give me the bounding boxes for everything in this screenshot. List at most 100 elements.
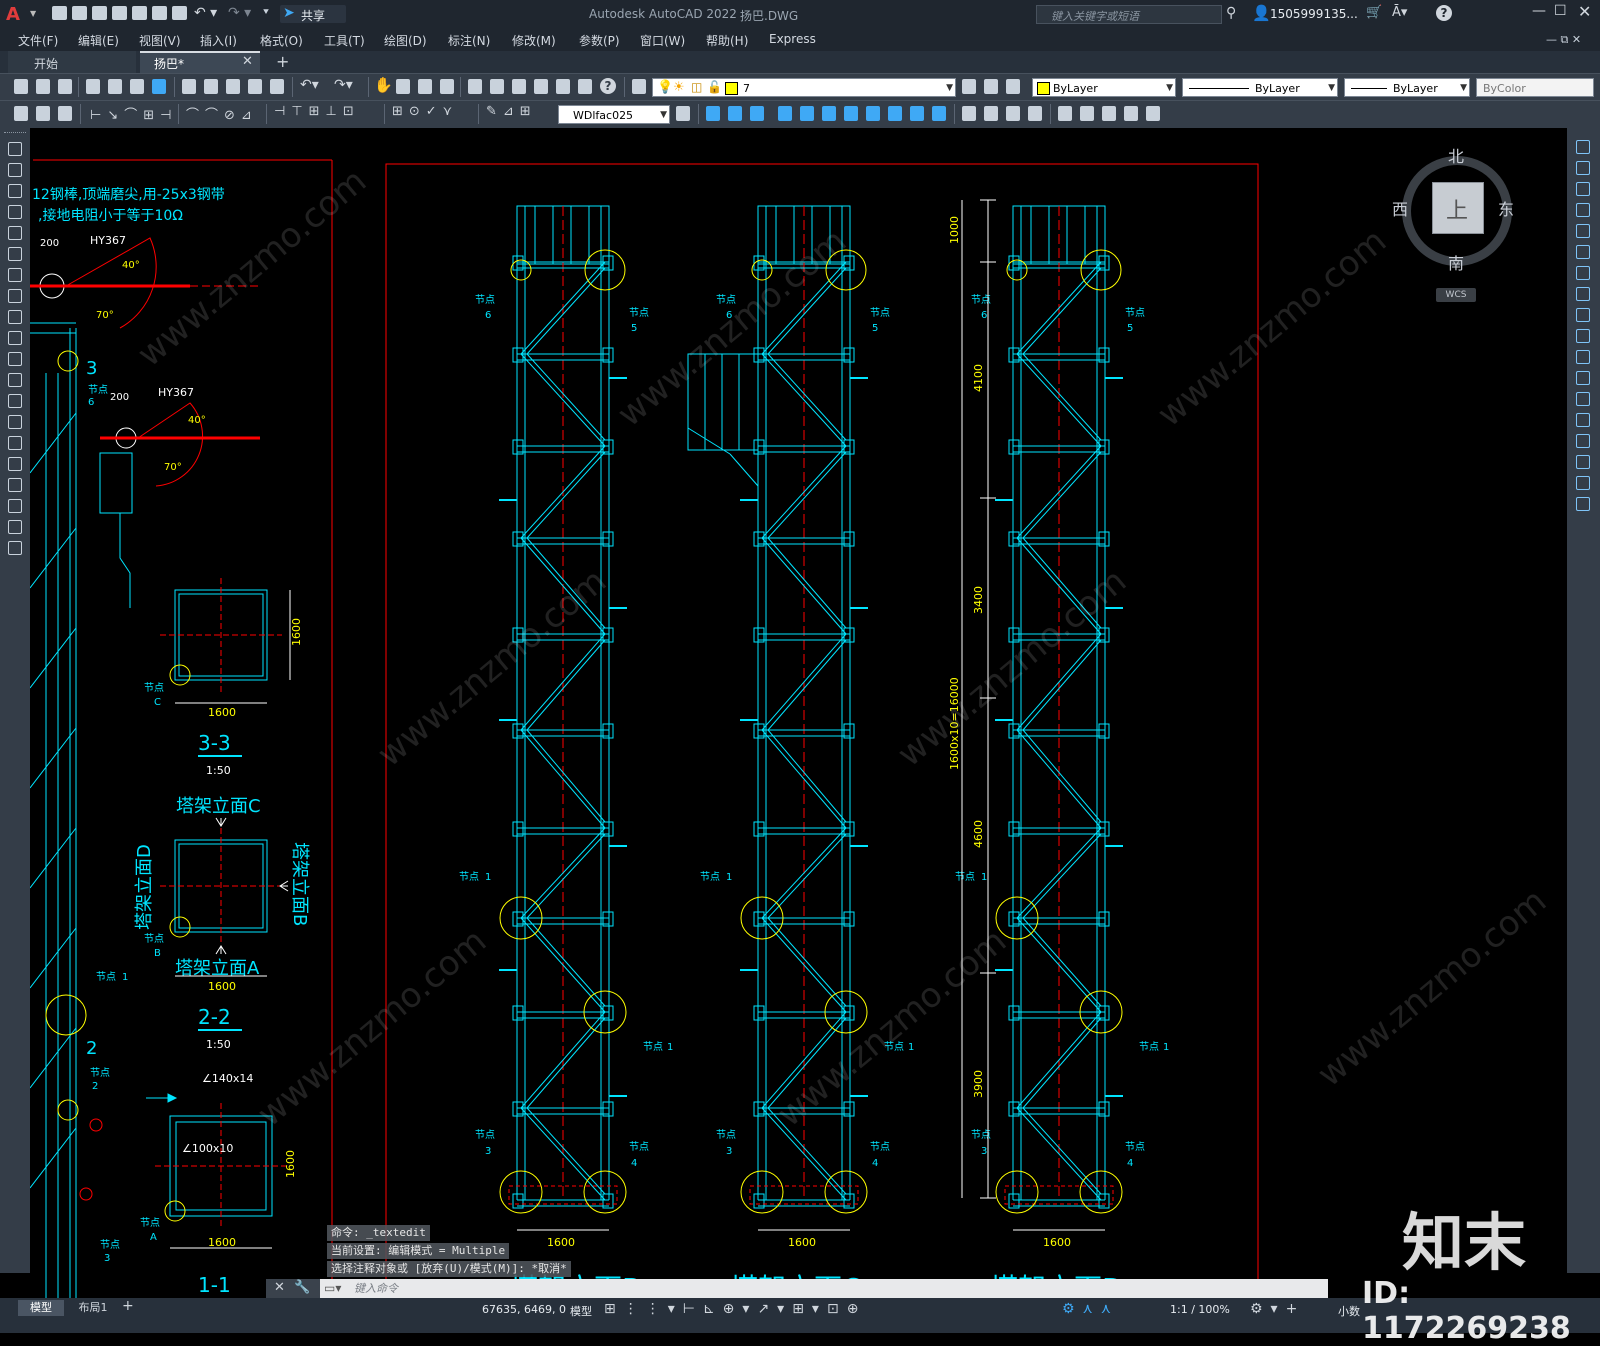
menu-express[interactable]: Express bbox=[769, 32, 816, 46]
sheet-set-icon[interactable] bbox=[534, 79, 548, 94]
paste-icon[interactable] bbox=[226, 79, 240, 94]
circle-icon[interactable] bbox=[8, 268, 22, 282]
line-icon[interactable] bbox=[8, 142, 22, 156]
move-icon[interactable] bbox=[822, 106, 836, 121]
arc-icon[interactable] bbox=[8, 247, 22, 261]
erase-icon[interactable] bbox=[1576, 140, 1590, 154]
layer-walk-icon[interactable] bbox=[14, 106, 28, 121]
command-input[interactable]: ▭▾ 键入命令 bbox=[320, 1279, 1328, 1298]
open-file-icon[interactable] bbox=[72, 6, 87, 20]
edit-polyline-icon[interactable] bbox=[1080, 106, 1094, 121]
minimize-icon[interactable]: — bbox=[1532, 3, 1546, 19]
doc-minimize-icon[interactable]: — ⧉ ✕ bbox=[1546, 33, 1581, 47]
close-icon[interactable]: ✕ bbox=[1578, 2, 1591, 21]
menu-dimension[interactable]: 标注(N) bbox=[448, 32, 490, 49]
compass-west[interactable]: 西 bbox=[1392, 196, 1408, 220]
block-editor-icon[interactable] bbox=[270, 79, 284, 94]
pan-icon[interactable]: ✋ bbox=[374, 76, 393, 94]
stretch-icon[interactable] bbox=[888, 106, 902, 121]
revision-cloud-icon[interactable] bbox=[8, 289, 22, 303]
stretch-icon[interactable] bbox=[1576, 308, 1590, 322]
rotate-icon[interactable] bbox=[844, 106, 858, 121]
zoom-window-icon[interactable] bbox=[418, 79, 432, 94]
menu-insert[interactable]: 插入(I) bbox=[200, 32, 237, 49]
edit-hatch-icon[interactable] bbox=[1124, 106, 1138, 121]
scale-icon[interactable] bbox=[866, 106, 880, 121]
properties-icon[interactable] bbox=[468, 79, 482, 94]
save-web-icon[interactable] bbox=[152, 6, 167, 20]
plotstyle-dropdown[interactable]: ByColor bbox=[1476, 78, 1594, 97]
autodesk-a360-icon[interactable]: Ā▾ bbox=[1392, 5, 1407, 20]
edit-text-icon[interactable] bbox=[1146, 106, 1160, 121]
save-icon[interactable] bbox=[58, 79, 72, 94]
mirror-icon[interactable] bbox=[750, 106, 764, 121]
coordinate-readout[interactable]: 67635, 6469, 0 bbox=[482, 1303, 566, 1316]
trim-icon[interactable] bbox=[910, 106, 924, 121]
undo-icon[interactable]: ↶ ▾ bbox=[194, 5, 217, 21]
markup-icon[interactable] bbox=[556, 79, 570, 94]
lineweight-dropdown[interactable]: ByLayer ▼ bbox=[1344, 78, 1470, 97]
wcs-menu[interactable]: WCS bbox=[1436, 288, 1476, 302]
menu-view[interactable]: 视图(V) bbox=[139, 32, 181, 49]
share-button[interactable]: ➤ 共享 bbox=[280, 5, 346, 23]
offset-icon[interactable] bbox=[1576, 203, 1590, 217]
drawing-canvas[interactable]: 12钢棒,顶端磨尖,用-25x3钢带 ,接地电阻小于等于10Ω HY367 20… bbox=[30, 128, 1567, 1298]
redo-icon[interactable]: ↷ ▾ bbox=[228, 5, 251, 21]
menu-draw[interactable]: 绘图(D) bbox=[384, 32, 427, 49]
construction-line-icon[interactable] bbox=[8, 163, 22, 177]
calculator-icon[interactable] bbox=[578, 79, 592, 94]
erase-icon[interactable] bbox=[706, 106, 720, 121]
copy-object-icon[interactable] bbox=[728, 106, 742, 121]
zoom-previous-icon[interactable] bbox=[440, 79, 454, 94]
rectangle-icon[interactable] bbox=[8, 226, 22, 240]
tool-palettes-icon[interactable] bbox=[512, 79, 526, 94]
compass-north[interactable]: 北 bbox=[1448, 143, 1464, 167]
insert-block-icon[interactable] bbox=[8, 373, 22, 387]
chamfer-icon[interactable] bbox=[1576, 434, 1590, 448]
chamfer-icon[interactable] bbox=[1006, 106, 1020, 121]
help-icon[interactable]: ? bbox=[1436, 5, 1452, 21]
fillet-icon[interactable] bbox=[1576, 455, 1590, 469]
hatch-icon[interactable] bbox=[8, 436, 22, 450]
layer-previous-icon[interactable] bbox=[984, 79, 998, 94]
tab-close-icon[interactable]: ✕ bbox=[242, 54, 253, 69]
color-dropdown[interactable]: ByLayer ▼ bbox=[1032, 78, 1176, 97]
dim-edit-tools-group[interactable]: ✎⊿⊞ bbox=[486, 104, 537, 119]
linetype-dropdown[interactable]: ByLayer ▼ bbox=[1182, 78, 1338, 97]
new-tab-icon[interactable]: + bbox=[276, 52, 289, 71]
mirror-icon[interactable] bbox=[1576, 182, 1590, 196]
annotation-visibility-group[interactable]: ⚙⋏⋏ bbox=[1062, 1301, 1119, 1317]
menu-modify[interactable]: 修改(M) bbox=[512, 32, 556, 49]
region-icon[interactable] bbox=[8, 478, 22, 492]
trim-icon[interactable] bbox=[1576, 329, 1590, 343]
dimension-tools-group[interactable]: ⊢↘⌒⊞⊣ bbox=[90, 104, 177, 123]
menu-format[interactable]: 格式(O) bbox=[260, 32, 303, 49]
fillet-icon[interactable] bbox=[1028, 106, 1042, 121]
point-icon[interactable] bbox=[8, 415, 22, 429]
layout-tab-layout1[interactable]: 布局1 bbox=[70, 1300, 116, 1316]
ellipse-icon[interactable] bbox=[8, 331, 22, 345]
polyline-icon[interactable] bbox=[8, 184, 22, 198]
blend-icon[interactable] bbox=[1576, 476, 1590, 490]
join-icon[interactable] bbox=[984, 106, 998, 121]
rotate-icon[interactable] bbox=[1576, 266, 1590, 280]
scale-icon[interactable] bbox=[1576, 287, 1590, 301]
tolerance-tools-group[interactable]: ⊞⊙✓⋎ bbox=[392, 104, 458, 119]
viewcube[interactable]: 上 北 南 东 西 bbox=[1392, 147, 1516, 273]
layout-tab-model[interactable]: 模型 bbox=[18, 1300, 64, 1316]
tab-drawing[interactable]: 扬巴* ✕ bbox=[140, 51, 260, 73]
menu-help[interactable]: 帮助(H) bbox=[706, 32, 748, 49]
gradient-icon[interactable] bbox=[8, 457, 22, 471]
maximize-icon[interactable]: ☐ bbox=[1554, 3, 1567, 19]
dim-arc-tools-group[interactable]: ⌒⌒⊘⊿ bbox=[186, 104, 258, 123]
add-layout-icon[interactable]: + bbox=[122, 1298, 134, 1314]
redo-icon[interactable]: ↷▾ bbox=[334, 77, 353, 93]
layer-state-icon[interactable] bbox=[1006, 79, 1020, 94]
move-icon[interactable] bbox=[1576, 245, 1590, 259]
open-icon[interactable] bbox=[36, 79, 50, 94]
autocad-logo-icon[interactable]: A bbox=[6, 4, 28, 25]
add-selected-icon[interactable] bbox=[8, 541, 22, 555]
spline-icon[interactable] bbox=[8, 310, 22, 324]
array-icon[interactable] bbox=[800, 106, 814, 121]
table-icon[interactable] bbox=[8, 499, 22, 513]
